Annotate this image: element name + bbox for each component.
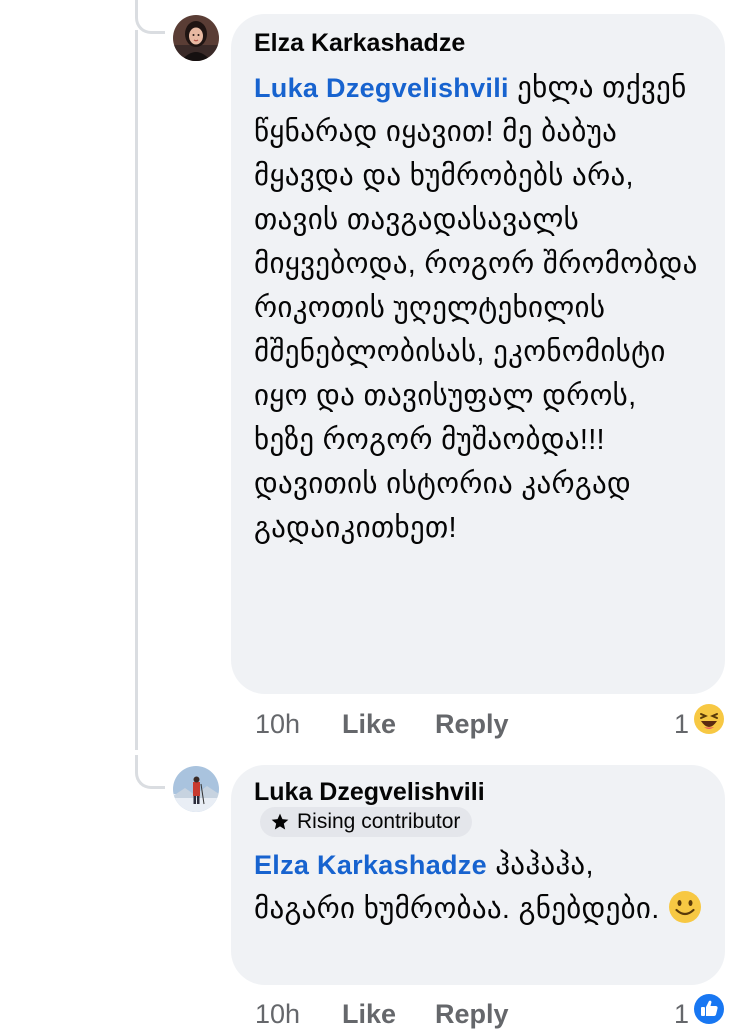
comment-author[interactable]: Luka Dzegvelishvili	[254, 777, 703, 807]
reply-button[interactable]: Reply	[435, 994, 509, 1034]
comment-timestamp[interactable]: 10h	[255, 704, 300, 744]
reaction-count: 1	[673, 999, 689, 1029]
comment-actions: 10h Like Reply 1	[255, 993, 725, 1036]
contributor-badge[interactable]: Rising contributor	[260, 807, 473, 837]
comment-text: Elza Karkashadze ჰაჰაჰა, მაგარი ხუმრობაა…	[254, 843, 703, 937]
like-button[interactable]: Like	[342, 994, 396, 1034]
mention-link[interactable]: Luka Dzegvelishvili	[254, 73, 509, 103]
comment-timestamp[interactable]: 10h	[255, 994, 300, 1034]
comment-bubble: Luka Dzegvelishvili Rising contributor E…	[231, 765, 725, 985]
smiling-emoji-icon	[668, 890, 702, 937]
like-thumb-icon	[693, 993, 725, 1036]
star-icon	[270, 812, 290, 832]
thread-connector-2	[135, 755, 165, 789]
mention-link[interactable]: Elza Karkashadze	[254, 850, 487, 880]
laughing-emoji-icon	[693, 703, 725, 746]
like-button[interactable]: Like	[342, 704, 396, 744]
reply-button[interactable]: Reply	[435, 704, 509, 744]
thread-line	[135, 30, 138, 750]
comment-bubble: Elza Karkashadze Luka Dzegvelishvili ეხლ…	[231, 14, 725, 694]
comment-author[interactable]: Elza Karkashadze	[254, 28, 703, 58]
comment-body: ეხლა თქვენ წყნარად იყავით! მე ბაბუა მყავ…	[254, 72, 698, 544]
badge-label: Rising contributor	[297, 810, 461, 833]
avatar-luka[interactable]	[173, 766, 219, 812]
reaction-summary[interactable]: 1	[673, 993, 725, 1036]
comment-actions: 10h Like Reply 1	[255, 703, 725, 746]
avatar-elza[interactable]	[173, 15, 219, 61]
thread-connector-1	[135, 0, 165, 34]
reaction-summary[interactable]: 1	[673, 703, 725, 746]
reaction-count: 1	[673, 709, 689, 739]
comment-text: Luka Dzegvelishvili ეხლა თქვენ წყნარად ი…	[254, 66, 703, 550]
